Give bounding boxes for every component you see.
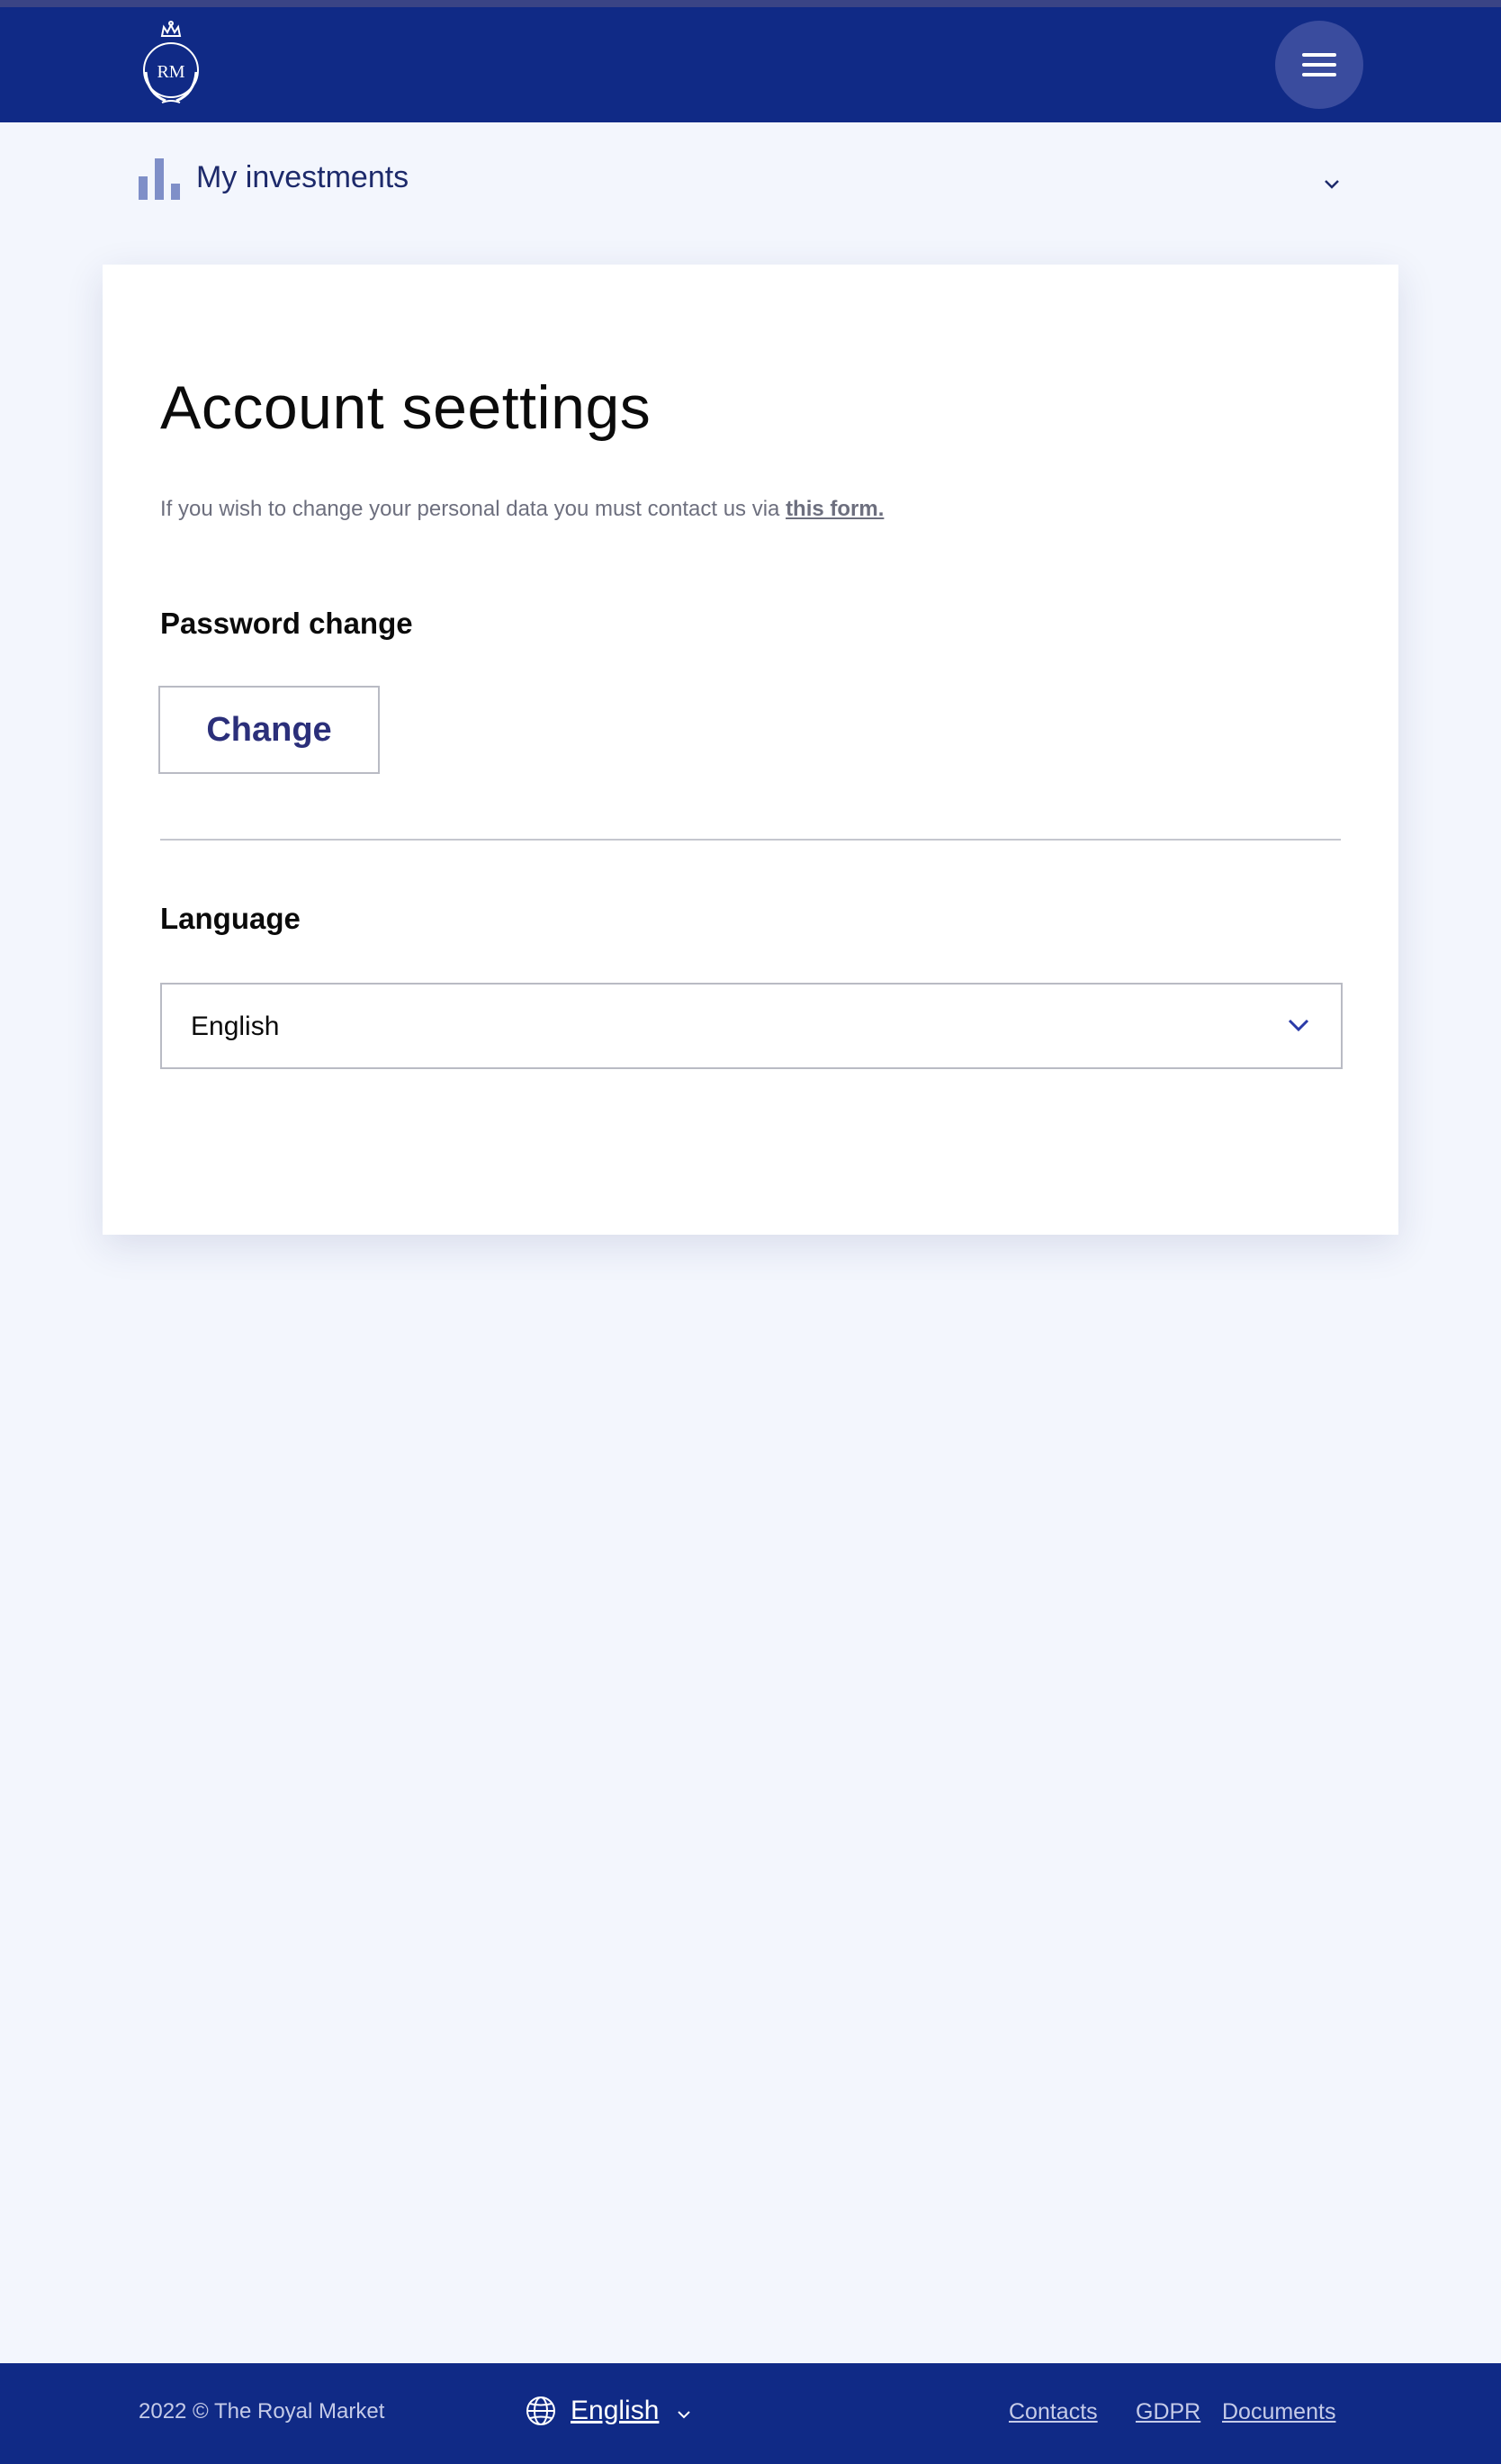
contact-form-link[interactable]: this form. [786, 497, 884, 521]
menu-bar-2 [1302, 63, 1336, 67]
change-password-button[interactable]: Change [158, 686, 380, 774]
bar-chart-icon [139, 158, 180, 200]
my-investments-label[interactable]: My investments [196, 160, 409, 195]
page-title: Account seettings [160, 373, 652, 442]
footer-link-contacts[interactable]: Contacts [1009, 2399, 1098, 2425]
language-select-value: English [191, 1012, 280, 1041]
svg-text:RM: RM [157, 62, 184, 82]
section-divider [160, 839, 1341, 841]
intro-text: If you wish to change your personal data… [160, 497, 786, 521]
site-footer: 2022 © The Royal Market English Contacts… [0, 2363, 1501, 2464]
chevron-down-icon [1288, 1019, 1309, 1032]
site-header: RM [0, 7, 1501, 122]
globe-icon [526, 2397, 555, 2425]
language-heading: Language [160, 902, 301, 935]
footer-link-gdpr[interactable]: GDPR [1136, 2399, 1200, 2425]
chevron-down-icon[interactable] [1323, 178, 1341, 191]
hamburger-menu-button[interactable] [1275, 21, 1363, 109]
crown-wreath-logo-icon[interactable]: RM [135, 20, 207, 110]
menu-bar-1 [1302, 53, 1336, 57]
top-accent-line [0, 0, 1501, 7]
menu-bar-3 [1302, 73, 1336, 76]
password-change-heading: Password change [160, 607, 413, 640]
language-select[interactable]: English [160, 983, 1343, 1069]
footer-link-documents[interactable]: Documents [1222, 2399, 1335, 2425]
chevron-down-icon [678, 2411, 690, 2419]
personal-data-note: If you wish to change your personal data… [160, 497, 884, 522]
investments-nav[interactable]: My investments [0, 122, 1501, 239]
account-settings-card: Account seettings If you wish to change … [103, 265, 1398, 1235]
footer-language-label: English [571, 2396, 660, 2425]
copyright-text: 2022 © The Royal Market [139, 2399, 385, 2424]
